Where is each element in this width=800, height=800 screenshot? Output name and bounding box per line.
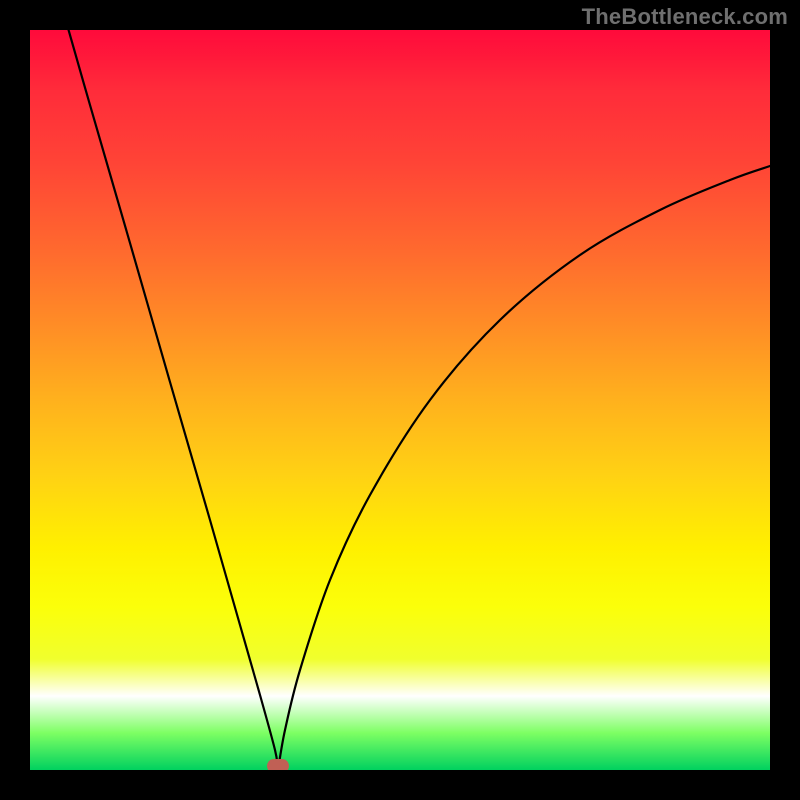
watermark-text: TheBottleneck.com	[582, 4, 788, 30]
minimum-marker	[267, 759, 289, 770]
plot-area	[30, 30, 770, 770]
chart-frame: TheBottleneck.com	[0, 0, 800, 800]
bottleneck-curve	[30, 30, 770, 770]
